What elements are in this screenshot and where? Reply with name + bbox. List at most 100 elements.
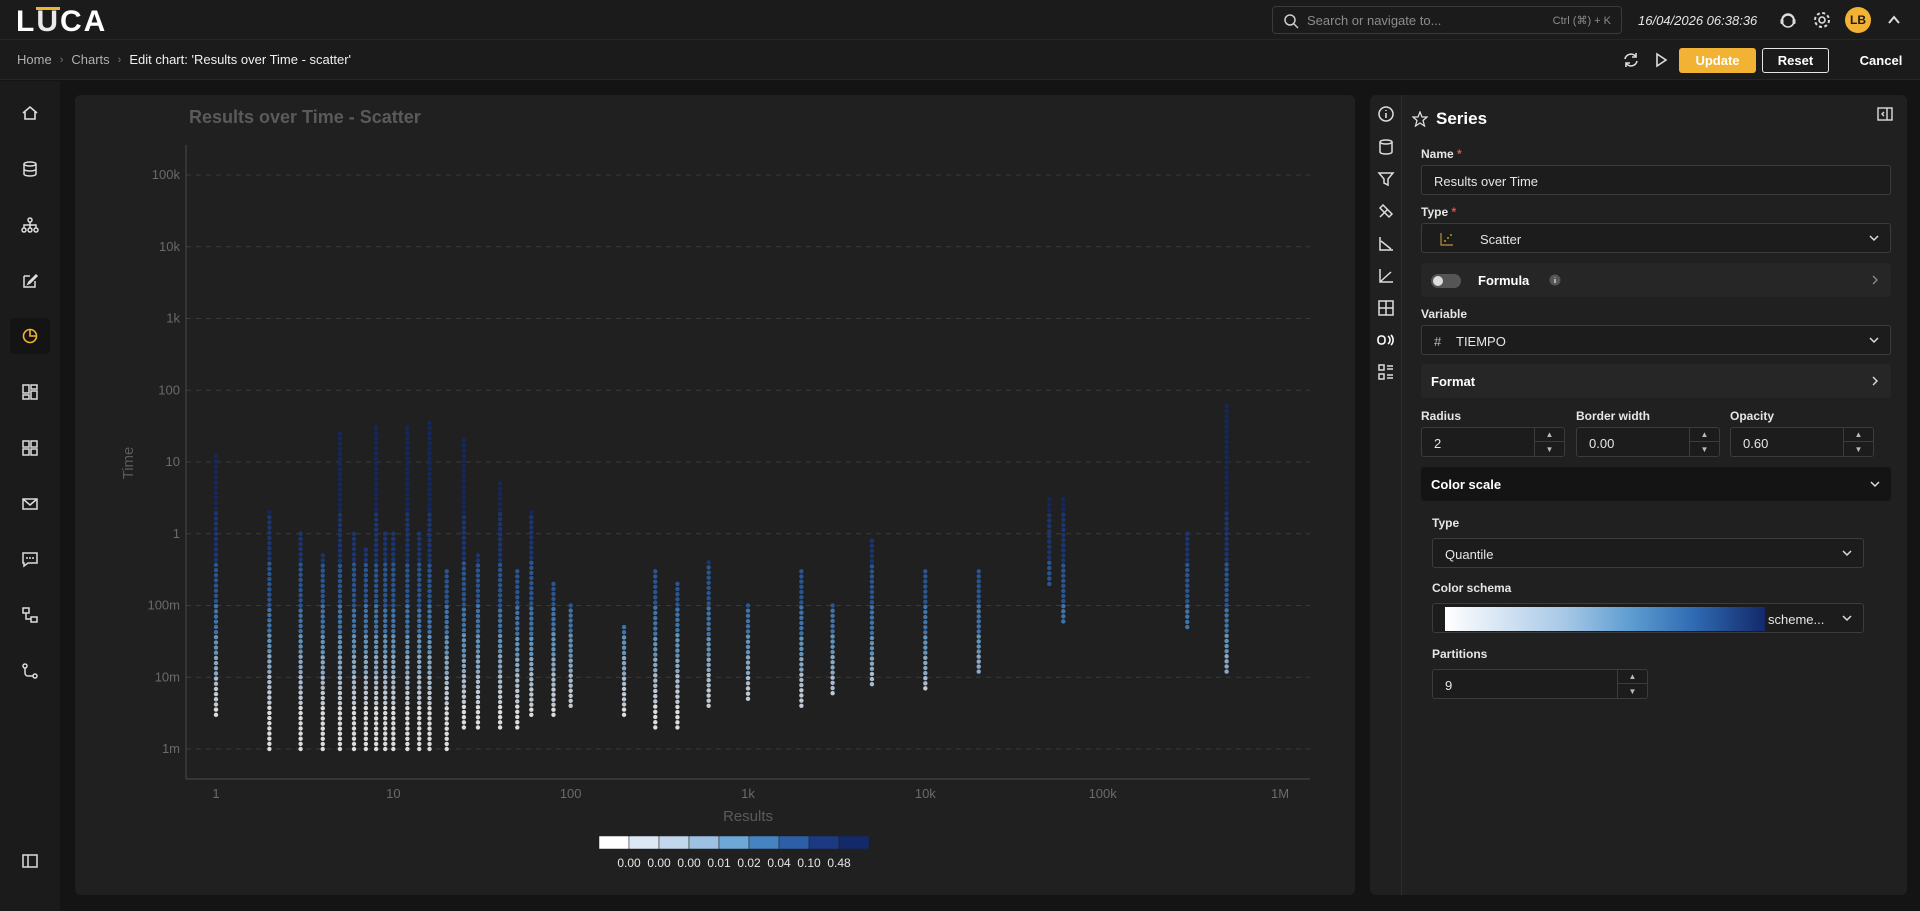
scatter-point[interactable] [373, 624, 379, 629]
scatter-point[interactable] [461, 668, 467, 674]
scatter-point[interactable] [320, 639, 325, 645]
scatter-point[interactable] [1061, 507, 1066, 512]
scatter-point[interactable] [373, 670, 379, 675]
scatter-point[interactable] [461, 540, 467, 546]
scatter-point[interactable] [497, 496, 503, 502]
scatter-point[interactable] [320, 619, 325, 624]
scatter-point[interactable] [405, 711, 410, 716]
scatter-column[interactable] [1224, 403, 1229, 674]
nav-charts[interactable] [10, 318, 50, 354]
nav-home[interactable] [10, 95, 50, 131]
scatter-point[interactable] [923, 599, 928, 605]
scatter-point[interactable] [497, 552, 503, 557]
scatter-point[interactable] [830, 690, 835, 696]
scatter-point[interactable] [383, 562, 388, 567]
scatter-point[interactable] [497, 699, 503, 705]
scatter-point[interactable] [1224, 669, 1229, 674]
scatter-point[interactable] [976, 644, 981, 649]
scatter-point[interactable] [706, 657, 711, 662]
scatter-column[interactable] [1185, 531, 1190, 630]
scatter-point[interactable] [405, 736, 410, 742]
scatter-point[interactable] [373, 726, 379, 731]
scatter-point[interactable] [383, 710, 388, 716]
scatter-point[interactable] [869, 600, 875, 605]
scatter-point[interactable] [337, 451, 343, 457]
scatter-point[interactable] [529, 702, 534, 707]
scatter-point[interactable] [497, 542, 503, 547]
scatter-point[interactable] [427, 716, 432, 721]
scatter-point[interactable] [417, 531, 422, 536]
play-icon[interactable] [1652, 51, 1670, 69]
scatter-point[interactable] [405, 578, 410, 583]
scatter-point[interactable] [427, 502, 432, 507]
scatter-point[interactable] [373, 685, 379, 691]
tools-icon[interactable] [1377, 202, 1395, 220]
scatter-point[interactable] [337, 685, 343, 691]
scatter-point[interactable] [869, 641, 875, 646]
scatter-point[interactable] [568, 663, 573, 668]
scatter-point[interactable] [529, 570, 534, 576]
scatter-point[interactable] [497, 684, 503, 689]
scatter-point[interactable] [427, 726, 432, 731]
scatter-point[interactable] [213, 604, 219, 609]
scatter-point[interactable] [405, 568, 410, 573]
scatter-point[interactable] [337, 655, 343, 660]
scatter-point[interactable] [320, 711, 325, 716]
scatter-point[interactable] [320, 685, 325, 691]
scatter-point[interactable] [363, 624, 369, 629]
scatter-point[interactable] [1185, 619, 1190, 625]
scatter-point[interactable] [497, 537, 503, 542]
scatter-point[interactable] [320, 593, 325, 599]
scatter-point[interactable] [391, 546, 396, 552]
scatter-point[interactable] [363, 552, 369, 557]
scatter-point[interactable] [337, 675, 343, 680]
scatter-point[interactable] [267, 736, 272, 741]
scatter-point[interactable] [621, 655, 627, 661]
scatter-point[interactable] [976, 584, 981, 589]
scatter-point[interactable] [529, 666, 534, 672]
scatter-point[interactable] [405, 726, 410, 731]
scatter-point[interactable] [923, 665, 928, 671]
scatter-point[interactable] [869, 676, 875, 682]
color-scale-section[interactable]: Color scale [1421, 467, 1891, 501]
reset-button[interactable]: Reset [1762, 48, 1829, 73]
scatter-point[interactable] [337, 629, 343, 635]
scatter-point[interactable] [869, 543, 875, 549]
scatter-point[interactable] [675, 607, 680, 612]
scatter-point[interactable] [529, 712, 534, 717]
scatter-point[interactable] [1047, 544, 1052, 550]
scatter-point[interactable] [529, 601, 534, 606]
scatter-column[interactable] [1047, 497, 1052, 587]
scatter-point[interactable] [405, 619, 410, 624]
scatter-point[interactable] [427, 497, 432, 502]
scatter-point[interactable] [337, 624, 343, 630]
scatter-point[interactable] [213, 660, 219, 666]
scatter-point[interactable] [799, 625, 804, 631]
scatter-point[interactable] [653, 569, 658, 574]
scatter-point[interactable] [1047, 507, 1052, 513]
scatter-point[interactable] [213, 629, 219, 635]
scatter-point[interactable] [405, 486, 410, 492]
scatter-point[interactable] [497, 618, 503, 623]
nav-grid[interactable] [10, 430, 50, 466]
scatter-point[interactable] [653, 725, 658, 730]
scatter-point[interactable] [568, 698, 573, 703]
scatter-point[interactable] [461, 653, 467, 658]
scatter-point[interactable] [621, 681, 627, 687]
scatter-point[interactable] [706, 580, 711, 586]
scatter-point[interactable] [444, 721, 449, 726]
scatter-point[interactable] [529, 530, 534, 535]
scatter-point[interactable] [1047, 518, 1052, 523]
scatter-point[interactable] [427, 471, 432, 477]
scatter-point[interactable] [497, 694, 503, 700]
scatter-point[interactable] [427, 650, 432, 655]
scatter-point[interactable] [869, 594, 875, 600]
scatter-point[interactable] [363, 567, 369, 573]
scatter-column[interactable] [675, 581, 680, 730]
scatter-point[interactable] [320, 660, 325, 665]
scatter-point[interactable] [653, 719, 658, 725]
scatter-point[interactable] [1224, 531, 1229, 536]
scatter-point[interactable] [923, 594, 928, 599]
scatter-point[interactable] [515, 574, 520, 579]
scatter-point[interactable] [267, 602, 272, 608]
